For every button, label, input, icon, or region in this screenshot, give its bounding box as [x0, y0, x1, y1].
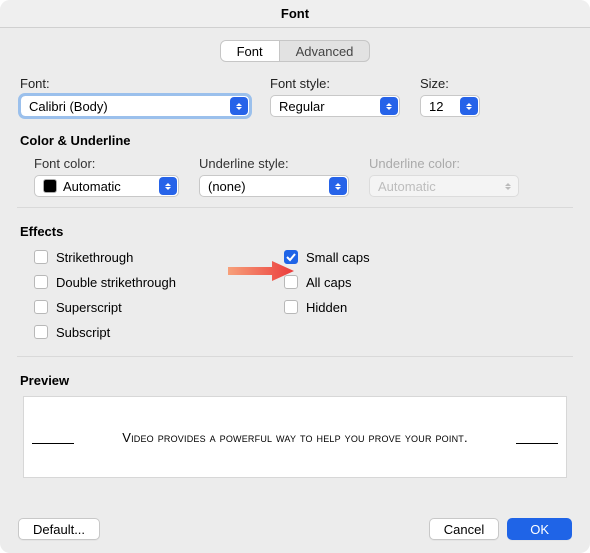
font-select-value: Calibri (Body)	[29, 99, 108, 114]
underline-color-label: Underline color:	[369, 156, 519, 171]
strikethrough-label: Strikethrough	[56, 250, 133, 265]
superscript-label: Superscript	[56, 300, 122, 315]
checkbox-icon	[34, 300, 48, 314]
font-style-label: Font style:	[270, 76, 400, 91]
checkbox-icon	[284, 275, 298, 289]
ok-button[interactable]: OK	[507, 518, 572, 540]
updown-icon	[329, 177, 347, 195]
font-style-value: Regular	[279, 99, 325, 114]
font-color-value: Automatic	[63, 179, 121, 194]
updown-icon	[159, 177, 177, 195]
strikethrough-checkbox[interactable]: Strikethrough	[34, 247, 284, 267]
font-color-select[interactable]: Automatic	[34, 175, 179, 197]
double-strikethrough-checkbox[interactable]: Double strikethrough	[34, 272, 284, 292]
tab-advanced[interactable]: Advanced	[279, 41, 370, 61]
hidden-label: Hidden	[306, 300, 347, 315]
underline-style-value: (none)	[208, 179, 246, 194]
checkbox-icon	[284, 250, 298, 264]
tab-control: Font Advanced	[20, 40, 570, 62]
effects-heading: Effects	[20, 224, 570, 239]
preview-text: Video provides a powerful way to help yo…	[122, 430, 468, 445]
underline-style-label: Underline style:	[199, 156, 349, 171]
double-strikethrough-label: Double strikethrough	[56, 275, 176, 290]
small-caps-checkbox[interactable]: Small caps	[284, 247, 484, 267]
tab-font[interactable]: Font	[221, 41, 279, 61]
checkbox-icon	[34, 325, 48, 339]
preview-box: Video provides a powerful way to help yo…	[23, 396, 567, 478]
color-swatch-icon	[43, 179, 57, 193]
updown-icon	[460, 97, 478, 115]
all-caps-label: All caps	[306, 275, 352, 290]
underline-color-value: Automatic	[378, 179, 436, 194]
subscript-checkbox[interactable]: Subscript	[34, 322, 284, 342]
divider	[17, 356, 573, 357]
dialog-content: Font Advanced Font: Calibri (Body) Font …	[0, 28, 590, 478]
dialog-footer: Default... Cancel OK	[0, 505, 590, 553]
checkbox-icon	[34, 275, 48, 289]
size-label: Size:	[420, 76, 480, 91]
cancel-button[interactable]: Cancel	[429, 518, 499, 540]
size-select[interactable]: 12	[420, 95, 480, 117]
dialog-title: Font	[0, 0, 590, 28]
updown-icon	[230, 97, 248, 115]
updown-icon	[499, 177, 517, 195]
default-button[interactable]: Default...	[18, 518, 100, 540]
font-select[interactable]: Calibri (Body)	[20, 95, 250, 117]
preview-baseline-left	[32, 443, 74, 444]
size-value: 12	[429, 99, 443, 114]
color-underline-heading: Color & Underline	[20, 133, 570, 148]
superscript-checkbox[interactable]: Superscript	[34, 297, 284, 317]
hidden-checkbox[interactable]: Hidden	[284, 297, 484, 317]
font-color-label: Font color:	[34, 156, 179, 171]
subscript-label: Subscript	[56, 325, 110, 340]
preview-baseline-right	[516, 443, 558, 444]
preview-heading: Preview	[20, 373, 570, 388]
underline-style-select[interactable]: (none)	[199, 175, 349, 197]
font-label: Font:	[20, 76, 250, 91]
checkbox-icon	[34, 250, 48, 264]
checkbox-icon	[284, 300, 298, 314]
all-caps-checkbox[interactable]: All caps	[284, 272, 484, 292]
updown-icon	[380, 97, 398, 115]
font-style-select[interactable]: Regular	[270, 95, 400, 117]
divider	[17, 207, 573, 208]
underline-color-select: Automatic	[369, 175, 519, 197]
font-dialog: Font Font Advanced Font: Calibri (Body) …	[0, 0, 590, 553]
small-caps-label: Small caps	[306, 250, 370, 265]
